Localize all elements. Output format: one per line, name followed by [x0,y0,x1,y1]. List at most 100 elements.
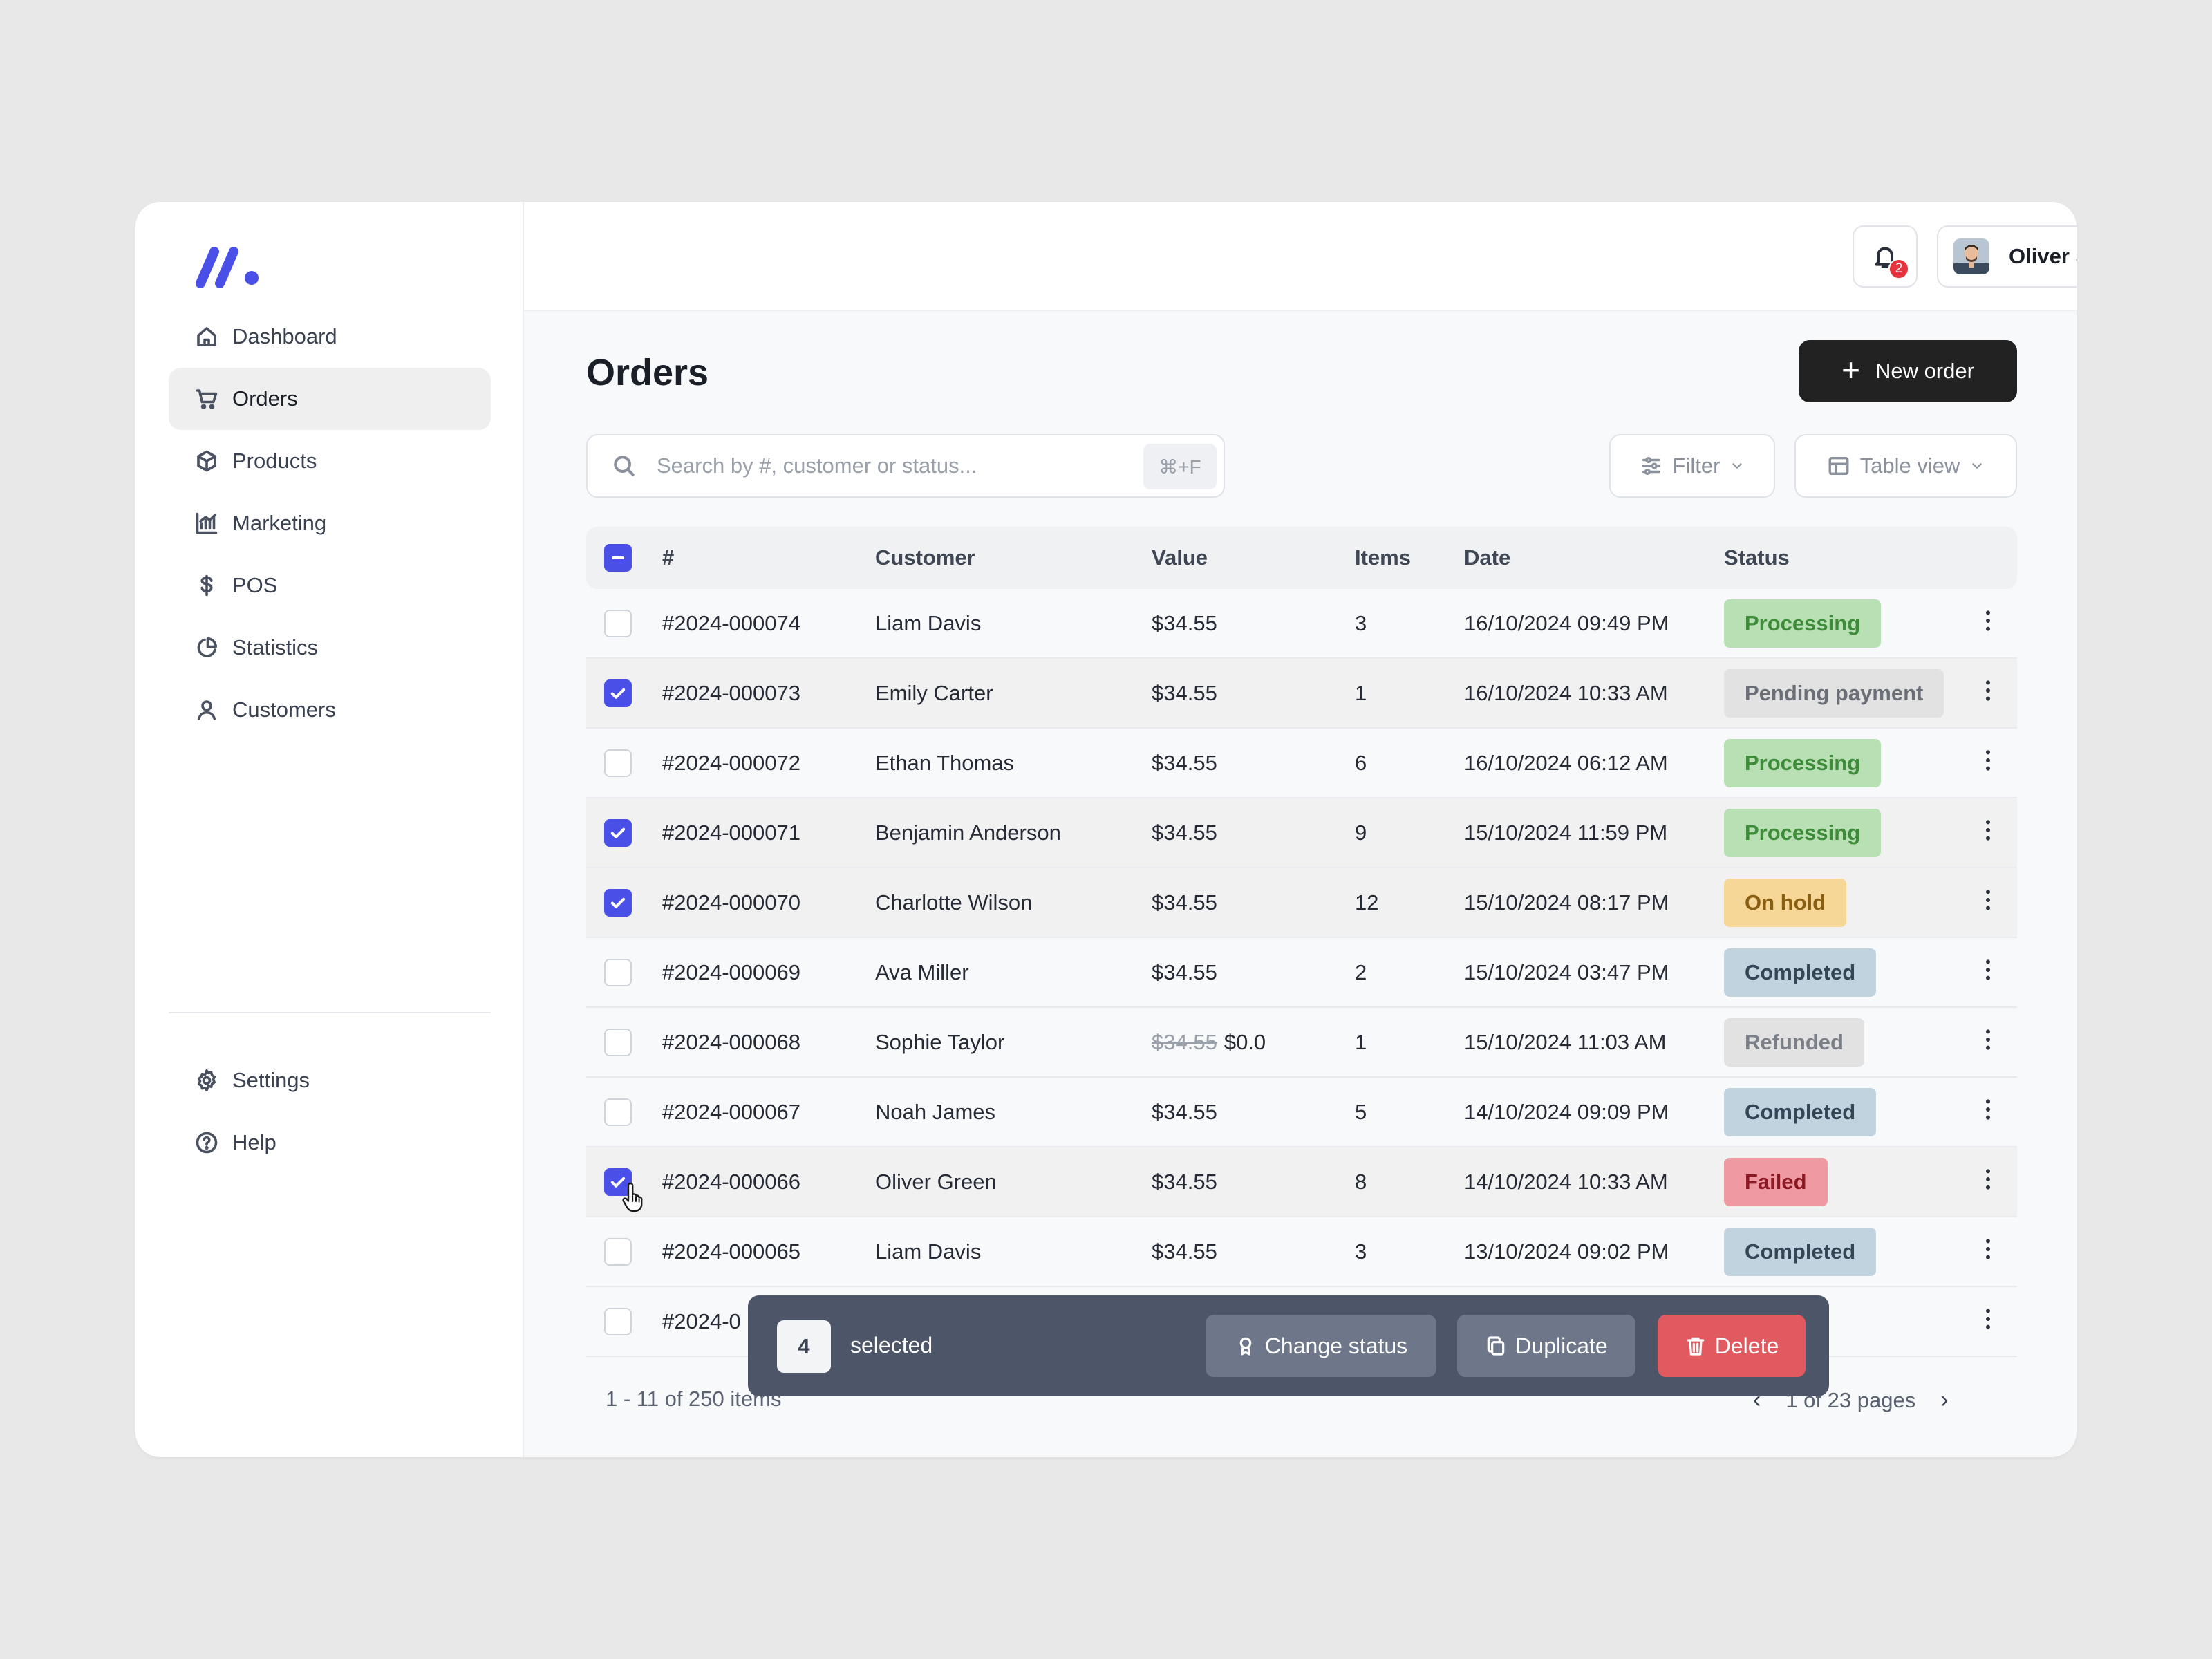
sidebar-item-orders[interactable]: Orders [169,368,491,430]
order-date: 16/10/2024 06:12 AM [1464,750,1668,775]
sidebar-item-settings[interactable]: Settings [169,1049,491,1112]
order-id[interactable]: #2024-000066 [662,1170,875,1194]
more-vertical-icon[interactable] [1974,607,2002,640]
order-value: $34.55 [1152,681,1355,706]
status-badge: Processing [1724,738,1882,787]
table-row[interactable]: #2024-000074 Liam Davis $34.55 3 16/10/2… [586,589,2017,659]
select-all-checkbox[interactable] [604,544,632,572]
table-row[interactable]: #2024-000067 Noah James $34.55 5 14/10/2… [586,1078,2017,1147]
table-body: #2024-000074 Liam Davis $34.55 3 16/10/2… [586,589,2017,1357]
order-id[interactable]: #2024-000074 [662,611,875,636]
order-id[interactable]: #2024-000068 [662,1030,875,1055]
new-order-button[interactable]: + New order [1799,340,2017,402]
table-row[interactable]: #2024-000072 Ethan Thomas $34.55 6 16/10… [586,729,2017,798]
more-vertical-icon[interactable] [1974,956,2002,989]
header-value[interactable]: Value [1152,545,1355,570]
order-items: 12 [1355,890,1379,915]
view-toggle-button[interactable]: Table view [1794,434,2017,498]
more-vertical-icon[interactable] [1974,1165,2002,1199]
filter-button[interactable]: Filter [1609,434,1775,498]
row-checkbox[interactable] [604,1307,632,1335]
table-row[interactable]: #2024-000073 Emily Carter $34.55 1 16/10… [586,659,2017,729]
order-id[interactable]: #2024-000069 [662,960,875,985]
sidebar-item-label: Orders [232,386,298,411]
more-vertical-icon[interactable] [1974,1096,2002,1129]
chevron-down-icon [1732,463,1743,469]
sidebar-item-customers[interactable]: Customers [169,679,491,741]
row-checkbox[interactable] [604,1237,632,1266]
table-row[interactable]: #2024-000070 Charlotte Wilson $34.55 12 … [586,868,2017,938]
order-items: 3 [1355,610,1367,635]
table-row[interactable]: #2024-000069 Ava Miller $34.55 2 15/10/2… [586,938,2017,1008]
chevron-right-icon[interactable]: › [1940,1387,1948,1414]
search-input[interactable] [657,453,1113,478]
table-row[interactable]: #2024-000066 Oliver Green $34.55 8 14/10… [586,1147,2017,1217]
header-date[interactable]: Date [1464,545,1724,570]
more-vertical-icon[interactable] [1974,816,2002,850]
order-id[interactable]: #2024-000067 [662,1100,875,1125]
order-id[interactable]: #2024-000071 [662,821,875,845]
sidebar-item-dashboard[interactable]: Dashboard [169,306,491,368]
sidebar-divider [169,1012,491,1013]
notifications-button[interactable]: 2 [1853,225,1918,288]
header-customer[interactable]: Customer [875,545,1152,570]
table-row[interactable]: #2024-000071 Benjamin Anderson $34.55 9 … [586,798,2017,868]
change-status-button[interactable]: Change status [1206,1315,1436,1377]
more-vertical-icon[interactable] [1974,1235,2002,1268]
more-vertical-icon[interactable] [1974,747,2002,780]
value-amount: $34.55 [1152,610,1217,635]
award-icon [1239,1337,1252,1356]
table-row[interactable]: #2024-000065 Liam Davis $34.55 3 13/10/2… [586,1217,2017,1287]
page-title-main: Orders [586,352,709,393]
order-date: 14/10/2024 09:09 PM [1464,1099,1669,1124]
order-items: 6 [1355,750,1367,775]
value-amount: $34.55 [1152,750,1217,775]
order-id[interactable]: #2024-000070 [662,890,875,915]
table-row[interactable]: #2024-000068 Sophie Taylor $34.55 $0.0 1 … [586,1008,2017,1078]
row-checkbox[interactable] [604,679,632,707]
status-badge: Completed [1724,948,1877,997]
more-vertical-icon[interactable] [1974,886,2002,919]
status-badge: On hold [1724,878,1847,927]
status-badge: Pending payment [1724,668,1944,718]
sidebar-item-label: Marketing [232,511,327,535]
value-amount: $34.55 [1152,890,1217,915]
duplicate-button[interactable]: Duplicate [1457,1315,1635,1377]
row-checkbox[interactable] [604,749,632,777]
order-value: $34.55 [1152,1239,1355,1264]
header-id[interactable]: # [662,545,875,570]
more-vertical-icon[interactable] [1974,677,2002,710]
row-checkbox[interactable] [604,609,632,637]
status-badge: Failed [1724,1157,1828,1206]
delete-button[interactable]: Delete [1658,1315,1806,1377]
order-id[interactable]: #2024-000073 [662,681,875,706]
gear-icon [194,1067,220,1094]
customer-name: Sophie Taylor [875,1029,1005,1054]
row-checkbox[interactable] [604,1028,632,1056]
header-items[interactable]: Items [1355,545,1464,570]
order-date: 15/10/2024 11:03 AM [1464,1029,1667,1054]
row-checkbox[interactable] [604,888,632,917]
customer-name: Emily Carter [875,680,993,705]
user-menu-button[interactable]: Oliver Smith [1937,225,2077,288]
sidebar-item-pos[interactable]: POS [169,554,491,617]
status-badge: Completed [1724,1087,1877,1136]
selected-label: selected [850,1333,933,1358]
header-status[interactable]: Status [1724,545,1959,570]
home-icon [194,324,220,350]
row-checkbox[interactable] [604,1098,632,1126]
customer-name: Ava Miller [875,959,969,984]
sidebar-item-marketing[interactable]: Marketing [169,492,491,554]
sidebar-item-statistics[interactable]: Statistics [169,617,491,679]
sidebar-item-label: Settings [232,1068,310,1092]
more-vertical-icon[interactable] [1974,1026,2002,1059]
sidebar-item-products[interactable]: Products [169,430,491,492]
row-checkbox[interactable] [604,958,632,986]
order-date: 14/10/2024 10:33 AM [1464,1169,1668,1194]
row-checkbox[interactable] [604,818,632,847]
more-vertical-icon[interactable] [1974,1305,2002,1338]
order-id[interactable]: #2024-000072 [662,751,875,776]
sidebar-item-help[interactable]: Help [169,1112,491,1174]
order-id[interactable]: #2024-000065 [662,1239,875,1264]
order-items: 9 [1355,820,1367,845]
